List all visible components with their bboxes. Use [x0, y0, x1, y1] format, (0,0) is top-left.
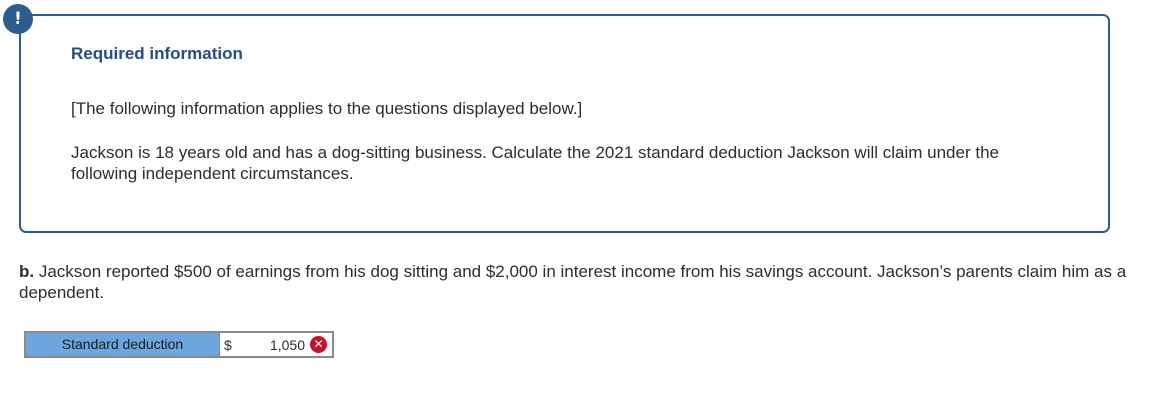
standard-deduction-value[interactable]: 1,050 — [260, 337, 310, 353]
question-text: Jackson reported $500 of earnings from h… — [19, 262, 1127, 302]
incorrect-x-icon: ✕ — [310, 336, 327, 353]
info-body: Jackson is 18 years old and has a dog-si… — [71, 143, 999, 183]
info-title: Required information — [71, 44, 243, 63]
currency-symbol: $ — [224, 336, 232, 353]
question-b: b. Jackson reported $500 of earnings fro… — [19, 261, 1139, 303]
answer-table: Standard deduction $ 1,050 ✕ — [24, 331, 334, 358]
standard-deduction-label: Standard deduction — [26, 333, 220, 356]
standard-deduction-input[interactable]: $ 1,050 ✕ — [220, 333, 332, 356]
question-letter: b. — [19, 262, 35, 281]
info-note: [The following information applies to th… — [71, 99, 583, 118]
